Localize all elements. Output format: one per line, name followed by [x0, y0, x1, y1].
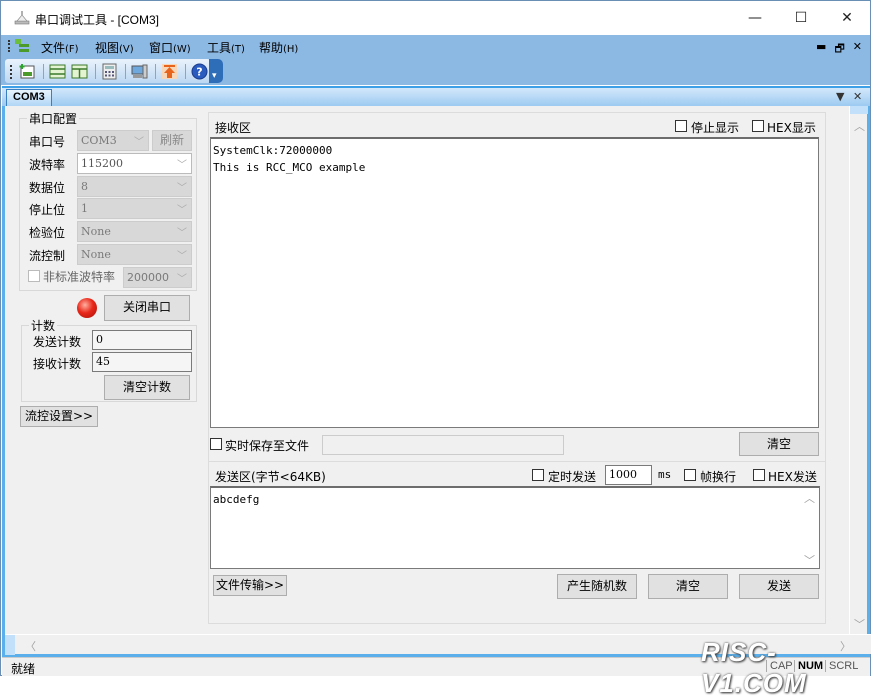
scroll-up-icon[interactable]: ︿ — [804, 490, 815, 506]
stop-bits-select[interactable]: 1 ﹀ — [77, 198, 192, 219]
close-icon: ✕ — [841, 10, 853, 26]
scroll-left-icon[interactable]: 〈 — [25, 638, 36, 654]
flow-control-label: 流控制 — [29, 249, 66, 263]
window-title: 串口调试工具 - [COM3] — [35, 13, 160, 27]
maximize-icon: ☐ — [794, 10, 808, 26]
refresh-button[interactable]: 刷新 — [152, 130, 192, 151]
receive-textarea[interactable]: SystemClk:72000000 This is RCC_MCO examp… — [210, 137, 819, 428]
calculator-icon[interactable] — [101, 63, 118, 80]
timed-send-label: 定时发送 — [548, 470, 597, 484]
save-file-path-field[interactable] — [322, 435, 564, 455]
menu-bar: 文件(F) 视图(V) 窗口(W) 工具(T) 帮助(H) ▬ 🗗 ✕ — [1, 35, 870, 57]
vertical-scrollbar[interactable]: ︿ ﹀ — [849, 106, 868, 634]
stop-display-checkbox[interactable] — [675, 120, 687, 132]
parity-select[interactable]: None ﹀ — [77, 221, 192, 242]
custom-baud-checkbox[interactable] — [28, 270, 40, 282]
close-button[interactable]: ✕ — [824, 1, 870, 35]
data-bits-label: 数据位 — [29, 181, 66, 195]
status-text: 就绪 — [11, 662, 36, 676]
chevron-down-icon: ﹀ — [177, 160, 187, 171]
save-to-file-checkbox[interactable] — [210, 438, 222, 450]
stop-bits-label: 停止位 — [29, 203, 66, 217]
computer-icon[interactable] — [131, 63, 148, 80]
tab-close-icon[interactable]: ✕ — [853, 90, 862, 103]
menu-view[interactable]: 视图(V) — [95, 39, 134, 56]
file-transfer-button[interactable]: 文件传输>> — [213, 575, 287, 596]
tab-list-dropdown-icon[interactable]: ▼ — [836, 90, 844, 103]
baud-label: 波特率 — [29, 158, 66, 172]
port-status-led — [77, 298, 97, 318]
watermark: RISC-V1.COM — [701, 637, 807, 698]
hex-display-label: HEX显示 — [767, 121, 816, 135]
custom-baud-label: 非标准波特率 — [43, 270, 116, 284]
clear-count-button[interactable]: 清空计数 — [104, 375, 190, 400]
custom-baud-select[interactable]: 200000 ﹀ — [123, 267, 192, 288]
hex-display-checkbox[interactable] — [752, 120, 764, 132]
flow-control-select[interactable]: None ﹀ — [77, 244, 192, 265]
close-port-button[interactable]: 关闭串口 — [104, 295, 190, 321]
menu-help[interactable]: 帮助(H) — [259, 39, 298, 56]
chevron-down-icon: ﹀ — [177, 274, 187, 285]
mdi-child-icon — [15, 39, 29, 52]
send-button[interactable]: 发送 — [739, 574, 819, 599]
recv-count-label: 接收计数 — [33, 357, 82, 371]
split-vertical-icon[interactable] — [71, 63, 88, 80]
app-window: 串口调试工具 - [COM3] — ☐ ✕ 文件(F) 视图(V) 窗口(W) … — [0, 0, 871, 698]
scroll-up-icon[interactable]: ︿ — [854, 118, 865, 134]
timed-send-checkbox[interactable] — [532, 469, 544, 481]
clear-send-button[interactable]: 清空 — [648, 574, 728, 599]
menubar-grip[interactable] — [8, 40, 10, 52]
svg-text:?: ? — [196, 66, 202, 79]
chevron-down-icon: ﹀ — [177, 205, 187, 216]
menu-file[interactable]: 文件(F) — [41, 39, 79, 56]
help-icon[interactable]: ? — [191, 63, 208, 80]
document-tabbar: COM3 ▼ ✕ — [2, 86, 870, 108]
parity-label: 检验位 — [29, 226, 66, 240]
interval-unit-label: ms — [658, 468, 672, 481]
send-textarea[interactable]: abcdefg — [210, 486, 820, 569]
sent-count-field: 0 — [92, 330, 192, 350]
clear-receive-button[interactable]: 清空 — [739, 432, 819, 456]
sent-count-label: 发送计数 — [33, 335, 82, 349]
flow-settings-button[interactable]: 流控设置>> — [20, 406, 98, 427]
split-horizontal-icon[interactable] — [49, 63, 66, 80]
baud-select[interactable]: 115200 ﹀ — [77, 153, 192, 174]
serial-tool-icon — [14, 11, 30, 25]
newline-checkbox[interactable] — [684, 469, 696, 481]
chevron-down-icon: ﹀ — [177, 183, 187, 194]
receive-title: 接收区 — [215, 121, 252, 135]
port-select[interactable]: COM3 ﹀ — [77, 130, 149, 151]
chevron-down-icon: ﹀ — [177, 228, 187, 239]
port-label: 串口号 — [29, 135, 66, 149]
toolbar-grip[interactable] — [10, 65, 12, 79]
title-bar: 串口调试工具 - [COM3] — ☐ ✕ — [1, 1, 870, 35]
document-client-area: 串口配置 串口号 COM3 ﹀ 刷新 波特率 115200 ﹀ 数据位 8 ﹀ 停止位… — [2, 106, 871, 657]
hex-send-label: HEX发送 — [768, 470, 817, 484]
random-button[interactable]: 产生随机数 — [557, 574, 637, 599]
minimize-button[interactable]: — — [732, 1, 778, 35]
newline-label: 帧换行 — [700, 470, 737, 484]
scroll-down-icon[interactable]: ﹀ — [804, 552, 815, 568]
recv-count-field: 45 — [92, 352, 192, 372]
hex-send-checkbox[interactable] — [753, 469, 765, 481]
overflow-icon: ▾ — [212, 71, 217, 81]
toolbar-overflow-button[interactable]: ▾ — [209, 59, 223, 83]
upload-icon[interactable] — [161, 63, 178, 80]
new-window-icon[interactable] — [19, 63, 36, 80]
maximize-button[interactable]: ☐ — [778, 1, 824, 35]
menu-tools[interactable]: 工具(T) — [207, 39, 245, 56]
toolbar: ? ▾ — [1, 57, 870, 85]
chevron-down-icon: ﹀ — [177, 251, 187, 262]
counter-title: 计数 — [29, 317, 58, 334]
chevron-down-icon: ﹀ — [134, 137, 144, 148]
serial-config-title: 串口配置 — [27, 110, 80, 127]
send-title: 发送区(字节<64KB) — [215, 470, 326, 484]
data-bits-select[interactable]: 8 ﹀ — [77, 176, 192, 197]
scroll-down-icon[interactable]: ﹀ — [854, 616, 865, 632]
save-to-file-label: 实时保存至文件 — [225, 439, 310, 453]
stop-display-label: 停止显示 — [691, 121, 740, 135]
menu-window[interactable]: 窗口(W) — [149, 39, 191, 56]
send-interval-input[interactable]: 1000 — [605, 465, 652, 485]
minimize-icon: — — [748, 10, 762, 26]
